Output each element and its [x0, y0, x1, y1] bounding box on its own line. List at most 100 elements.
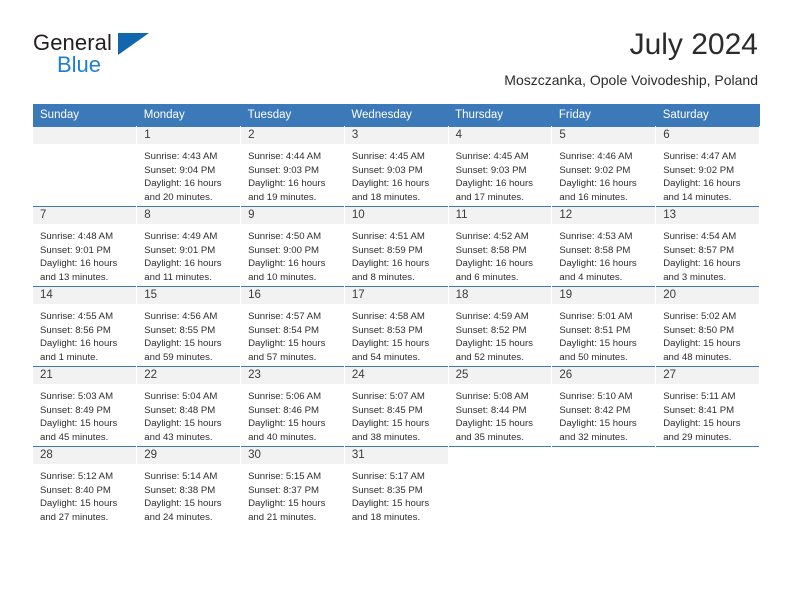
day-details: Sunrise: 5:03 AM Sunset: 8:49 PM Daylight:…: [33, 384, 136, 444]
daylight-duration-cont: and 27 minutes.: [40, 511, 109, 523]
day-details: Sunrise: 4:45 AM Sunset: 9:03 PM Daylight:…: [449, 144, 552, 204]
day-number: 14: [33, 287, 137, 304]
day-number: 11: [448, 207, 552, 224]
calendar-day-cell[interactable]: 26 Sunrise: 5:10 AM Sunset: 8:42 PM Dayligh…: [551, 366, 657, 447]
calendar-day-cell[interactable]: 29 Sunrise: 5:14 AM Sunset: 8:38 PM Dayligh…: [136, 446, 242, 526]
calendar-day-cell[interactable]: 11 Sunrise: 4:52 AM Sunset: 8:58 PM Dayligh…: [448, 206, 553, 287]
calendar-day-cell[interactable]: 19 Sunrise: 5:01 AM Sunset: 8:51 PM Dayligh…: [551, 286, 657, 367]
day-number: 13: [656, 207, 759, 224]
calendar-day-cell[interactable]: 17 Sunrise: 4:58 AM Sunset: 8:53 PM Dayligh…: [344, 286, 449, 367]
day-number: 29: [137, 447, 241, 464]
sunset-time: Sunset: 8:57 PM: [663, 244, 735, 256]
calendar-day-cell[interactable]: 15 Sunrise: 4:56 AM Sunset: 8:55 PM Dayligh…: [136, 286, 242, 367]
page-header: General Blue July 2024 Moszczanka, Opole…: [0, 0, 792, 100]
calendar-day-cell[interactable]: 10 Sunrise: 4:51 AM Sunset: 8:59 PM Dayligh…: [344, 206, 449, 287]
weekday-header-row: Sunday Monday Tuesday Wednesday Thursday…: [33, 104, 760, 127]
daylight-duration: Daylight: 15 hours: [248, 498, 326, 510]
daylight-duration-cont: and 29 minutes.: [663, 431, 732, 443]
daylight-duration: Daylight: 15 hours: [248, 338, 326, 350]
sunrise-time: Sunrise: 4:48 AM: [40, 231, 114, 242]
general-blue-logo: General Blue: [33, 32, 223, 82]
day-number: 25: [448, 367, 552, 384]
daylight-duration: Daylight: 16 hours: [559, 178, 637, 190]
sunrise-time: Sunrise: 4:51 AM: [351, 231, 425, 242]
sunrise-time: Sunrise: 4:57 AM: [248, 311, 322, 322]
calendar-day-cell[interactable]: 31 Sunrise: 5:17 AM Sunset: 8:35 PM Dayligh…: [344, 446, 449, 526]
calendar-day-cell[interactable]: 12 Sunrise: 4:53 AM Sunset: 8:58 PM Dayligh…: [551, 206, 657, 287]
calendar-day-cell[interactable]: 7 Sunrise: 4:48 AM Sunset: 9:01 PM Daylight…: [33, 206, 138, 287]
daylight-duration-cont: and 48 minutes.: [663, 351, 732, 363]
day-details: Sunrise: 4:52 AM Sunset: 8:58 PM Daylight:…: [449, 224, 552, 284]
sunset-time: Sunset: 8:54 PM: [248, 324, 319, 336]
daylight-duration-cont: and 11 minutes.: [144, 271, 212, 283]
daylight-duration: Daylight: 15 hours: [351, 418, 430, 430]
day-number: 12: [552, 207, 656, 224]
calendar-day-cell[interactable]: 23 Sunrise: 5:06 AM Sunset: 8:46 PM Dayligh…: [240, 366, 345, 447]
sunrise-time: Sunrise: 4:45 AM: [351, 151, 425, 162]
sunset-time: Sunset: 8:45 PM: [351, 404, 423, 416]
day-number: 19: [552, 287, 656, 304]
sunrise-time: Sunrise: 4:54 AM: [663, 231, 737, 242]
daylight-duration-cont: and 57 minutes.: [248, 351, 317, 363]
calendar-day-cell[interactable]: 9 Sunrise: 4:50 AM Sunset: 9:00 PM Daylight…: [240, 206, 345, 287]
calendar-day-cell[interactable]: 13 Sunrise: 4:54 AM Sunset: 8:57 PM Dayligh…: [655, 206, 760, 287]
sunrise-time: Sunrise: 4:55 AM: [40, 311, 114, 322]
sunset-time: Sunset: 9:02 PM: [663, 164, 735, 176]
day-details: Sunrise: 5:10 AM Sunset: 8:42 PM Daylight:…: [552, 384, 655, 444]
sunset-time: Sunset: 8:52 PM: [455, 324, 527, 336]
daylight-duration: Daylight: 15 hours: [144, 418, 222, 430]
daylight-duration: Daylight: 15 hours: [144, 338, 222, 350]
calendar-week-row: 28 Sunrise: 5:12 AM Sunset: 8:40 PM Dayligh…: [33, 446, 760, 526]
calendar-day-cell[interactable]: 27 Sunrise: 5:11 AM Sunset: 8:41 PM Dayligh…: [655, 366, 760, 447]
calendar-day-cell-empty: [33, 126, 138, 207]
sunrise-time: Sunrise: 4:46 AM: [559, 151, 633, 162]
day-details: Sunrise: 4:53 AM Sunset: 8:58 PM Daylight:…: [552, 224, 655, 284]
calendar-day-cell[interactable]: 3 Sunrise: 4:45 AM Sunset: 9:03 PM Daylight…: [344, 126, 449, 207]
day-details: Sunrise: 4:46 AM Sunset: 9:02 PM Daylight:…: [552, 144, 655, 204]
sunset-time: Sunset: 9:03 PM: [351, 164, 423, 176]
day-details: Sunrise: 4:59 AM Sunset: 8:52 PM Daylight:…: [449, 304, 552, 364]
day-number-placeholder: [33, 127, 137, 144]
weekday-header-tuesday: Tuesday: [240, 104, 345, 127]
calendar-day-cell[interactable]: 30 Sunrise: 5:15 AM Sunset: 8:37 PM Dayligh…: [240, 446, 345, 526]
calendar-day-cell[interactable]: 1 Sunrise: 4:43 AM Sunset: 9:04 PM Daylight…: [136, 126, 242, 207]
daylight-duration: Daylight: 16 hours: [455, 258, 533, 270]
day-number: 1: [137, 127, 241, 144]
day-details: Sunrise: 5:01 AM Sunset: 8:51 PM Daylight:…: [552, 304, 655, 364]
sunset-time: Sunset: 8:42 PM: [559, 404, 631, 416]
day-number: 18: [448, 287, 552, 304]
sunrise-time: Sunrise: 4:53 AM: [559, 231, 633, 242]
day-number: 16: [241, 287, 344, 304]
calendar-day-cell[interactable]: 6 Sunrise: 4:47 AM Sunset: 9:02 PM Daylight…: [655, 126, 760, 207]
sunset-time: Sunset: 9:04 PM: [144, 164, 216, 176]
calendar-day-cell[interactable]: 28 Sunrise: 5:12 AM Sunset: 8:40 PM Dayligh…: [33, 446, 138, 526]
sunset-time: Sunset: 8:37 PM: [248, 484, 319, 496]
daylight-duration-cont: and 35 minutes.: [455, 431, 524, 443]
calendar-day-cell[interactable]: 16 Sunrise: 4:57 AM Sunset: 8:54 PM Dayligh…: [240, 286, 345, 367]
calendar-day-cell[interactable]: 22 Sunrise: 5:04 AM Sunset: 8:48 PM Dayligh…: [136, 366, 242, 447]
calendar-day-cell[interactable]: 2 Sunrise: 4:44 AM Sunset: 9:03 PM Daylight…: [240, 126, 345, 207]
calendar-day-cell[interactable]: 25 Sunrise: 5:08 AM Sunset: 8:44 PM Dayligh…: [448, 366, 553, 447]
daylight-duration-cont: and 8 minutes.: [351, 271, 415, 283]
calendar-day-cell[interactable]: 8 Sunrise: 4:49 AM Sunset: 9:01 PM Daylight…: [136, 206, 242, 287]
calendar-day-cell[interactable]: 24 Sunrise: 5:07 AM Sunset: 8:45 PM Dayligh…: [344, 366, 449, 447]
sunrise-time: Sunrise: 5:01 AM: [559, 311, 633, 322]
daylight-duration: Daylight: 15 hours: [663, 338, 741, 350]
calendar-day-cell[interactable]: 20 Sunrise: 5:02 AM Sunset: 8:50 PM Dayligh…: [655, 286, 760, 367]
calendar-day-cell[interactable]: 14 Sunrise: 4:55 AM Sunset: 8:56 PM Dayligh…: [33, 286, 138, 367]
page-subtitle: Moszczanka, Opole Voivodeship, Poland: [504, 71, 758, 88]
day-number: 17: [344, 287, 448, 304]
daylight-duration: Daylight: 16 hours: [248, 178, 326, 190]
sunrise-time: Sunrise: 5:07 AM: [351, 391, 425, 402]
sunrise-time: Sunrise: 5:15 AM: [248, 471, 322, 482]
day-number: 21: [33, 367, 137, 384]
calendar-day-cell[interactable]: 21 Sunrise: 5:03 AM Sunset: 8:49 PM Dayligh…: [33, 366, 138, 447]
calendar-day-cell[interactable]: 18 Sunrise: 4:59 AM Sunset: 8:52 PM Dayligh…: [448, 286, 553, 367]
sunrise-time: Sunrise: 4:44 AM: [248, 151, 322, 162]
day-details: Sunrise: 4:56 AM Sunset: 8:55 PM Daylight:…: [137, 304, 240, 364]
calendar-day-cell[interactable]: 4 Sunrise: 4:45 AM Sunset: 9:03 PM Daylight…: [448, 126, 553, 207]
daylight-duration-cont: and 18 minutes.: [351, 191, 421, 203]
daylight-duration-cont: and 24 minutes.: [144, 511, 213, 523]
sunset-time: Sunset: 9:01 PM: [144, 244, 216, 256]
calendar-day-cell[interactable]: 5 Sunrise: 4:46 AM Sunset: 9:02 PM Daylight…: [551, 126, 657, 207]
